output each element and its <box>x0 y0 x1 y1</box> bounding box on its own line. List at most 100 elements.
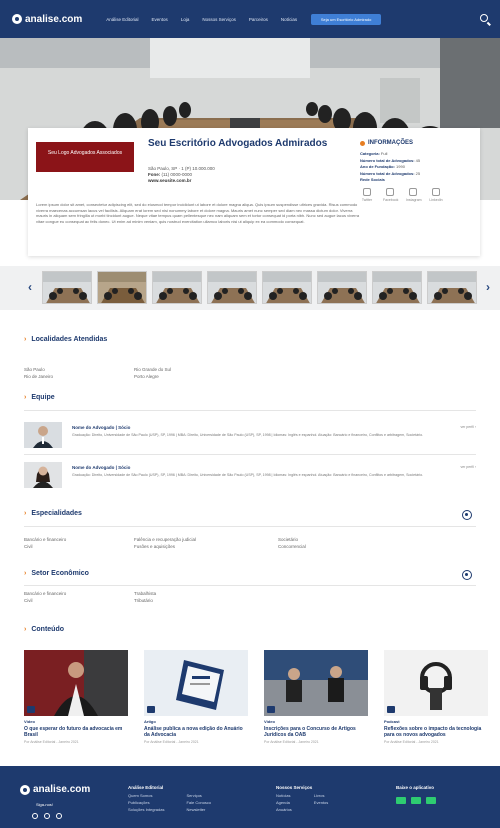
localidades-col1: São Paulo Rio de Janeiro <box>24 366 53 380</box>
footer-link[interactable]: Anuários <box>276 806 292 813</box>
photo-gallery: ‹ › <box>0 266 500 310</box>
footer-link[interactable]: Soluções Integradas <box>128 806 164 813</box>
video-icon <box>267 706 275 713</box>
setor-item: Civil <box>24 598 33 603</box>
info-label: Número total de Advogados: <box>360 157 415 163</box>
footer-link[interactable]: Livros <box>314 792 328 799</box>
localidades-col2: Rio Grande do Sul Porto Alegre <box>134 366 171 380</box>
setor-item: Tributário <box>134 598 153 603</box>
team-member[interactable]: Nome do Advogado | Sócio Graduação: Dire… <box>24 462 476 488</box>
especialidades-col2: Falência e recuperação judicial Fusões e… <box>134 536 196 550</box>
instagram-link[interactable]: Instagram <box>406 187 422 202</box>
content-category: Podcast <box>384 719 400 724</box>
gallery-thumbnail[interactable] <box>372 271 422 304</box>
app-store-badge[interactable] <box>396 797 406 804</box>
linkedin-link[interactable]: LinkedIn <box>429 187 443 202</box>
team-member[interactable]: Nome do Advogado | Sócio Graduação: Dire… <box>24 422 476 448</box>
menu-item-parceiros[interactable]: Parceiros <box>249 17 268 22</box>
footer-link[interactable]: Notícias <box>276 792 292 799</box>
especialidade-item: Falência e recuperação judicial <box>134 537 197 542</box>
localidade-item: Rio de Janeiro <box>24 374 54 379</box>
divider <box>24 454 476 455</box>
especialidades-col1: Bancário e financeiro Civil <box>24 536 66 550</box>
menu-item-editorial[interactable]: Análise Editorial <box>106 17 138 22</box>
menu-item-loja[interactable]: Loja <box>181 17 190 22</box>
gallery-next-button[interactable]: › <box>486 280 490 294</box>
localidade-item: Porto Alegre <box>134 374 159 379</box>
content-category: Artigo <box>144 719 156 724</box>
section-title: Especialidades <box>31 510 82 517</box>
footer-logo[interactable]: analise.com <box>20 784 90 795</box>
search-icon[interactable] <box>480 14 488 22</box>
firm-site-link[interactable]: www.seusite.com.br <box>148 178 191 183</box>
info-value: Full <box>380 151 388 156</box>
eye-icon[interactable] <box>462 510 472 520</box>
article-icon <box>147 706 155 713</box>
facebook-icon[interactable] <box>32 813 38 819</box>
setor-item: Trabalhista <box>134 591 157 596</box>
social-label: Instagram <box>406 197 422 202</box>
content-card[interactable]: Vídeo O que esperar do futuro da advocac… <box>24 650 128 744</box>
menu-item-eventos[interactable]: Eventos <box>152 17 168 22</box>
content-card[interactable]: Podcast Reflexões sobre o impacto da tec… <box>384 650 488 744</box>
footer-link[interactable]: Eventos <box>314 799 328 806</box>
footer-logo-text: analise.com <box>33 784 91 795</box>
footer-link[interactable]: Quem Somos <box>128 792 164 799</box>
twitter-link[interactable]: Twitter <box>360 187 374 202</box>
eye-icon[interactable] <box>462 570 472 580</box>
content-card[interactable]: Artigo Análise publica a nova edição do … <box>144 650 248 744</box>
gallery-thumbnail[interactable] <box>207 271 257 304</box>
footer-col-servicos: Nossos Serviços Notícias Agenda Anuários… <box>276 784 328 813</box>
member-profile-link[interactable]: ver perfil › <box>460 465 476 469</box>
content-cards: Vídeo O que esperar do futuro da advocac… <box>24 650 488 744</box>
app-badge[interactable] <box>426 797 436 804</box>
gallery-thumbnail[interactable] <box>97 271 147 304</box>
site-logo[interactable]: analise.com <box>12 14 82 25</box>
firm-phone: (11) 0000-0000 <box>161 172 192 177</box>
gallery-prev-button[interactable]: ‹ <box>28 280 32 294</box>
content-title: Reflexões sobre o impacto da tecnologia … <box>384 726 482 738</box>
footer-col-title: Nossos Serviços <box>276 785 313 790</box>
menu-item-servicos[interactable]: Nossos Serviços <box>202 17 236 22</box>
footer-link[interactable]: Serviços <box>186 792 211 799</box>
content-date: Por Análise Editorial - Janeiro 2021 <box>264 740 319 744</box>
gallery-thumbnail[interactable] <box>427 271 477 304</box>
footer-col-editorial: Análise Editorial Quem Somos Publicações… <box>128 784 211 813</box>
chevron-right-icon: › <box>24 510 27 517</box>
member-description: Graduação: Direito, Universidade de São … <box>72 473 424 477</box>
chevron-right-icon: › <box>24 336 27 343</box>
localidade-item: Rio Grande do Sul <box>134 367 172 372</box>
footer-link[interactable]: Fale Conosco <box>186 799 211 806</box>
info-value: 1990 <box>396 164 405 169</box>
footer-link[interactable]: Agenda <box>276 799 292 806</box>
member-name: Nome do Advogado | Sócio <box>72 425 131 430</box>
member-profile-link[interactable]: ver perfil › <box>460 425 476 429</box>
section-localidades-header: › Localidades Atendidas <box>24 336 107 343</box>
content-card[interactable]: Vídeo Inscrições para o Concurso de Arti… <box>264 650 368 744</box>
footer-socials <box>32 813 62 819</box>
menu-item-noticias[interactable]: Notícias <box>281 17 297 22</box>
localidade-item: São Paulo <box>24 367 45 372</box>
gallery-thumbnail[interactable] <box>42 271 92 304</box>
section-conteudo-header: › Conteúdo <box>24 626 64 633</box>
logo-icon <box>12 14 22 24</box>
avatar <box>24 422 62 448</box>
twitter-icon <box>363 187 371 196</box>
footer-link[interactable]: Publicações <box>128 799 164 806</box>
instagram-icon[interactable] <box>44 813 50 819</box>
gallery-thumbnail[interactable] <box>317 271 367 304</box>
facebook-link[interactable]: Facebook <box>383 187 398 202</box>
social-label: LinkedIn <box>429 197 443 202</box>
member-name: Nome do Advogado | Sócio <box>72 465 131 470</box>
gallery-thumbnail[interactable] <box>152 271 202 304</box>
especialidade-item: Fusões e aquisições <box>134 544 176 549</box>
footer-link[interactable]: Newsletter <box>186 806 211 813</box>
info-title-text: INFORMAÇÕES <box>368 140 413 146</box>
google-play-badge[interactable] <box>411 797 421 804</box>
info-label: Categoria: <box>360 151 380 156</box>
gallery-thumbnail[interactable] <box>262 271 312 304</box>
linkedin-icon[interactable] <box>56 813 62 819</box>
footer-apps: Baixe o aplicativo <box>396 784 436 804</box>
cta-button[interactable]: Seja um Escritório Admirado <box>311 13 382 25</box>
info-row: Rede Sociais <box>360 177 472 184</box>
